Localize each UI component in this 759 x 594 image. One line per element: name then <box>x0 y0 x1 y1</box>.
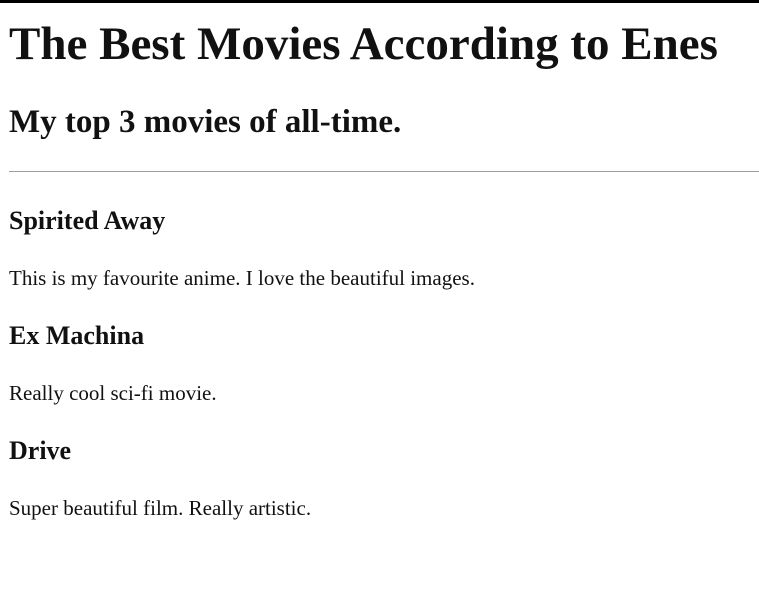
divider <box>9 171 759 172</box>
movie-title-drive: Drive <box>9 436 72 465</box>
movie-title-spirited-away: Spirited Away <box>9 206 166 235</box>
movie-description-spirited-away: This is my favourite anime. I love the b… <box>9 266 475 290</box>
page-title: The Best Movies According to Enes <box>9 18 718 70</box>
movie-title-ex-machina: Ex Machina <box>9 321 145 350</box>
page-subtitle: My top 3 movies of all-time. <box>9 104 402 140</box>
movie-description-drive: Super beautiful film. Really artistic. <box>9 496 312 520</box>
movie-description-ex-machina: Really cool sci-fi movie. <box>9 381 217 405</box>
